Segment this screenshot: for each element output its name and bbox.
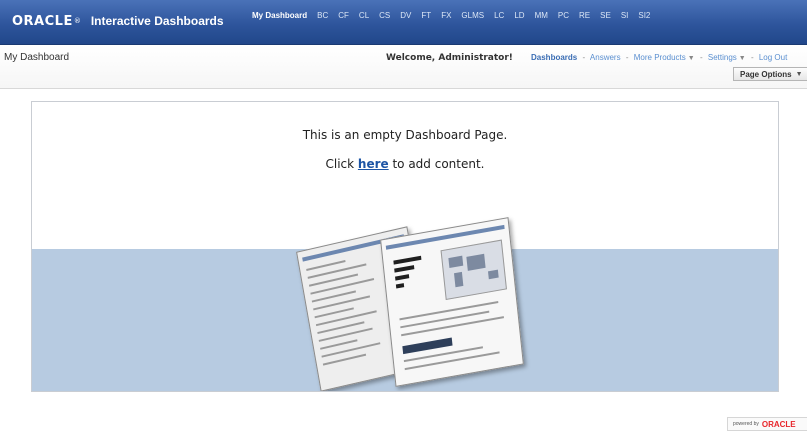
tab-ld[interactable]: LD <box>509 11 529 20</box>
link-separator: - <box>699 53 703 62</box>
thumbnail-line <box>401 316 504 337</box>
more-products-label: More Products <box>633 53 686 62</box>
chevron-down-icon: ▼ <box>795 70 803 78</box>
page-options-label: Page Options <box>740 69 792 79</box>
top-navigation-bar: ORACLE ® Interactive Dashboards My Dashb… <box>0 0 807 45</box>
link-separator: - <box>582 53 586 62</box>
dashboards-link[interactable]: Dashboards <box>531 53 577 62</box>
thumbnail-chart-bar <box>393 255 422 265</box>
thumbnail-chart-bar <box>395 274 410 281</box>
tab-ft[interactable]: FT <box>416 11 436 20</box>
dashboard-header: My Dashboard Welcome, Administrator! Das… <box>0 45 807 89</box>
tab-cl[interactable]: CL <box>354 11 374 20</box>
chevron-down-icon: ▼ <box>738 55 746 62</box>
empty-page-message: This is an empty Dashboard Page. <box>302 128 508 142</box>
tab-bc[interactable]: BC <box>312 11 333 20</box>
page-title: My Dashboard <box>4 52 70 63</box>
powered-by-label: powered by <box>733 421 759 427</box>
add-content-link[interactable]: here <box>358 157 389 171</box>
add-content-prefix: Click <box>325 157 358 171</box>
more-products-link[interactable]: More Products ▼ <box>634 53 695 62</box>
tab-re[interactable]: RE <box>574 11 595 20</box>
welcome-message: Welcome, Administrator! <box>386 53 513 63</box>
thumbnail-line <box>404 351 500 371</box>
link-separator: - <box>625 53 629 62</box>
thumbnail-line <box>310 278 375 295</box>
answers-link[interactable]: Answers <box>590 53 621 62</box>
dashboard-content-panel: This is an empty Dashboard Page. Click h… <box>31 101 779 392</box>
thumbnail-map <box>440 239 507 301</box>
thumbnail-table <box>402 337 453 355</box>
tab-si[interactable]: SI <box>616 11 634 20</box>
tab-cs[interactable]: CS <box>374 11 395 20</box>
thumbnail-line <box>315 310 377 327</box>
tab-lc[interactable]: LC <box>489 11 509 20</box>
logout-link[interactable]: Log Out <box>759 53 787 62</box>
screenshot-thumbnail <box>380 217 524 387</box>
dashboard-tabs: My Dashboard BC CF CL CS DV FT FX GLMS L… <box>247 11 655 20</box>
product-name: Interactive Dashboards <box>90 14 224 28</box>
tab-fx[interactable]: FX <box>436 11 456 20</box>
add-content-suffix: to add content. <box>388 157 485 171</box>
dashboard-screenshots-illustration <box>295 217 535 391</box>
tab-my-dashboard[interactable]: My Dashboard <box>247 11 312 20</box>
tab-pc[interactable]: PC <box>553 11 574 20</box>
thumbnail-map-continent <box>448 255 464 269</box>
tab-glms[interactable]: GLMS <box>456 11 489 20</box>
add-content-message: Click here to add content. <box>32 157 778 171</box>
global-links: Dashboards - Answers - More Products ▼ - … <box>531 53 787 62</box>
oracle-logo: ORACLE <box>761 419 796 429</box>
thumbnail-map-continent <box>454 271 464 288</box>
thumbnail-map-continent <box>466 253 486 271</box>
page-options-button[interactable]: Page Options ▼ <box>733 67 807 81</box>
brand: ORACLE ® Interactive Dashboards <box>12 11 224 31</box>
thumbnail-map-continent <box>487 269 499 280</box>
thumbnail-chart-bar <box>395 283 405 289</box>
tab-mm[interactable]: MM <box>530 11 553 20</box>
chevron-down-icon: ▼ <box>687 55 695 62</box>
settings-link[interactable]: Settings ▼ <box>708 53 746 62</box>
thumbnail-chart-bar <box>394 265 415 273</box>
settings-label: Settings <box>707 53 737 62</box>
oracle-logo: ORACLE <box>12 13 73 29</box>
tab-se[interactable]: SE <box>595 11 616 20</box>
tab-cf[interactable]: CF <box>333 11 354 20</box>
tab-dv[interactable]: DV <box>395 11 416 20</box>
tab-si2[interactable]: SI2 <box>633 11 655 20</box>
trademark-mark: ® <box>73 17 81 25</box>
powered-by-badge: powered by ORACLE <box>727 417 807 431</box>
link-separator: - <box>750 53 754 62</box>
